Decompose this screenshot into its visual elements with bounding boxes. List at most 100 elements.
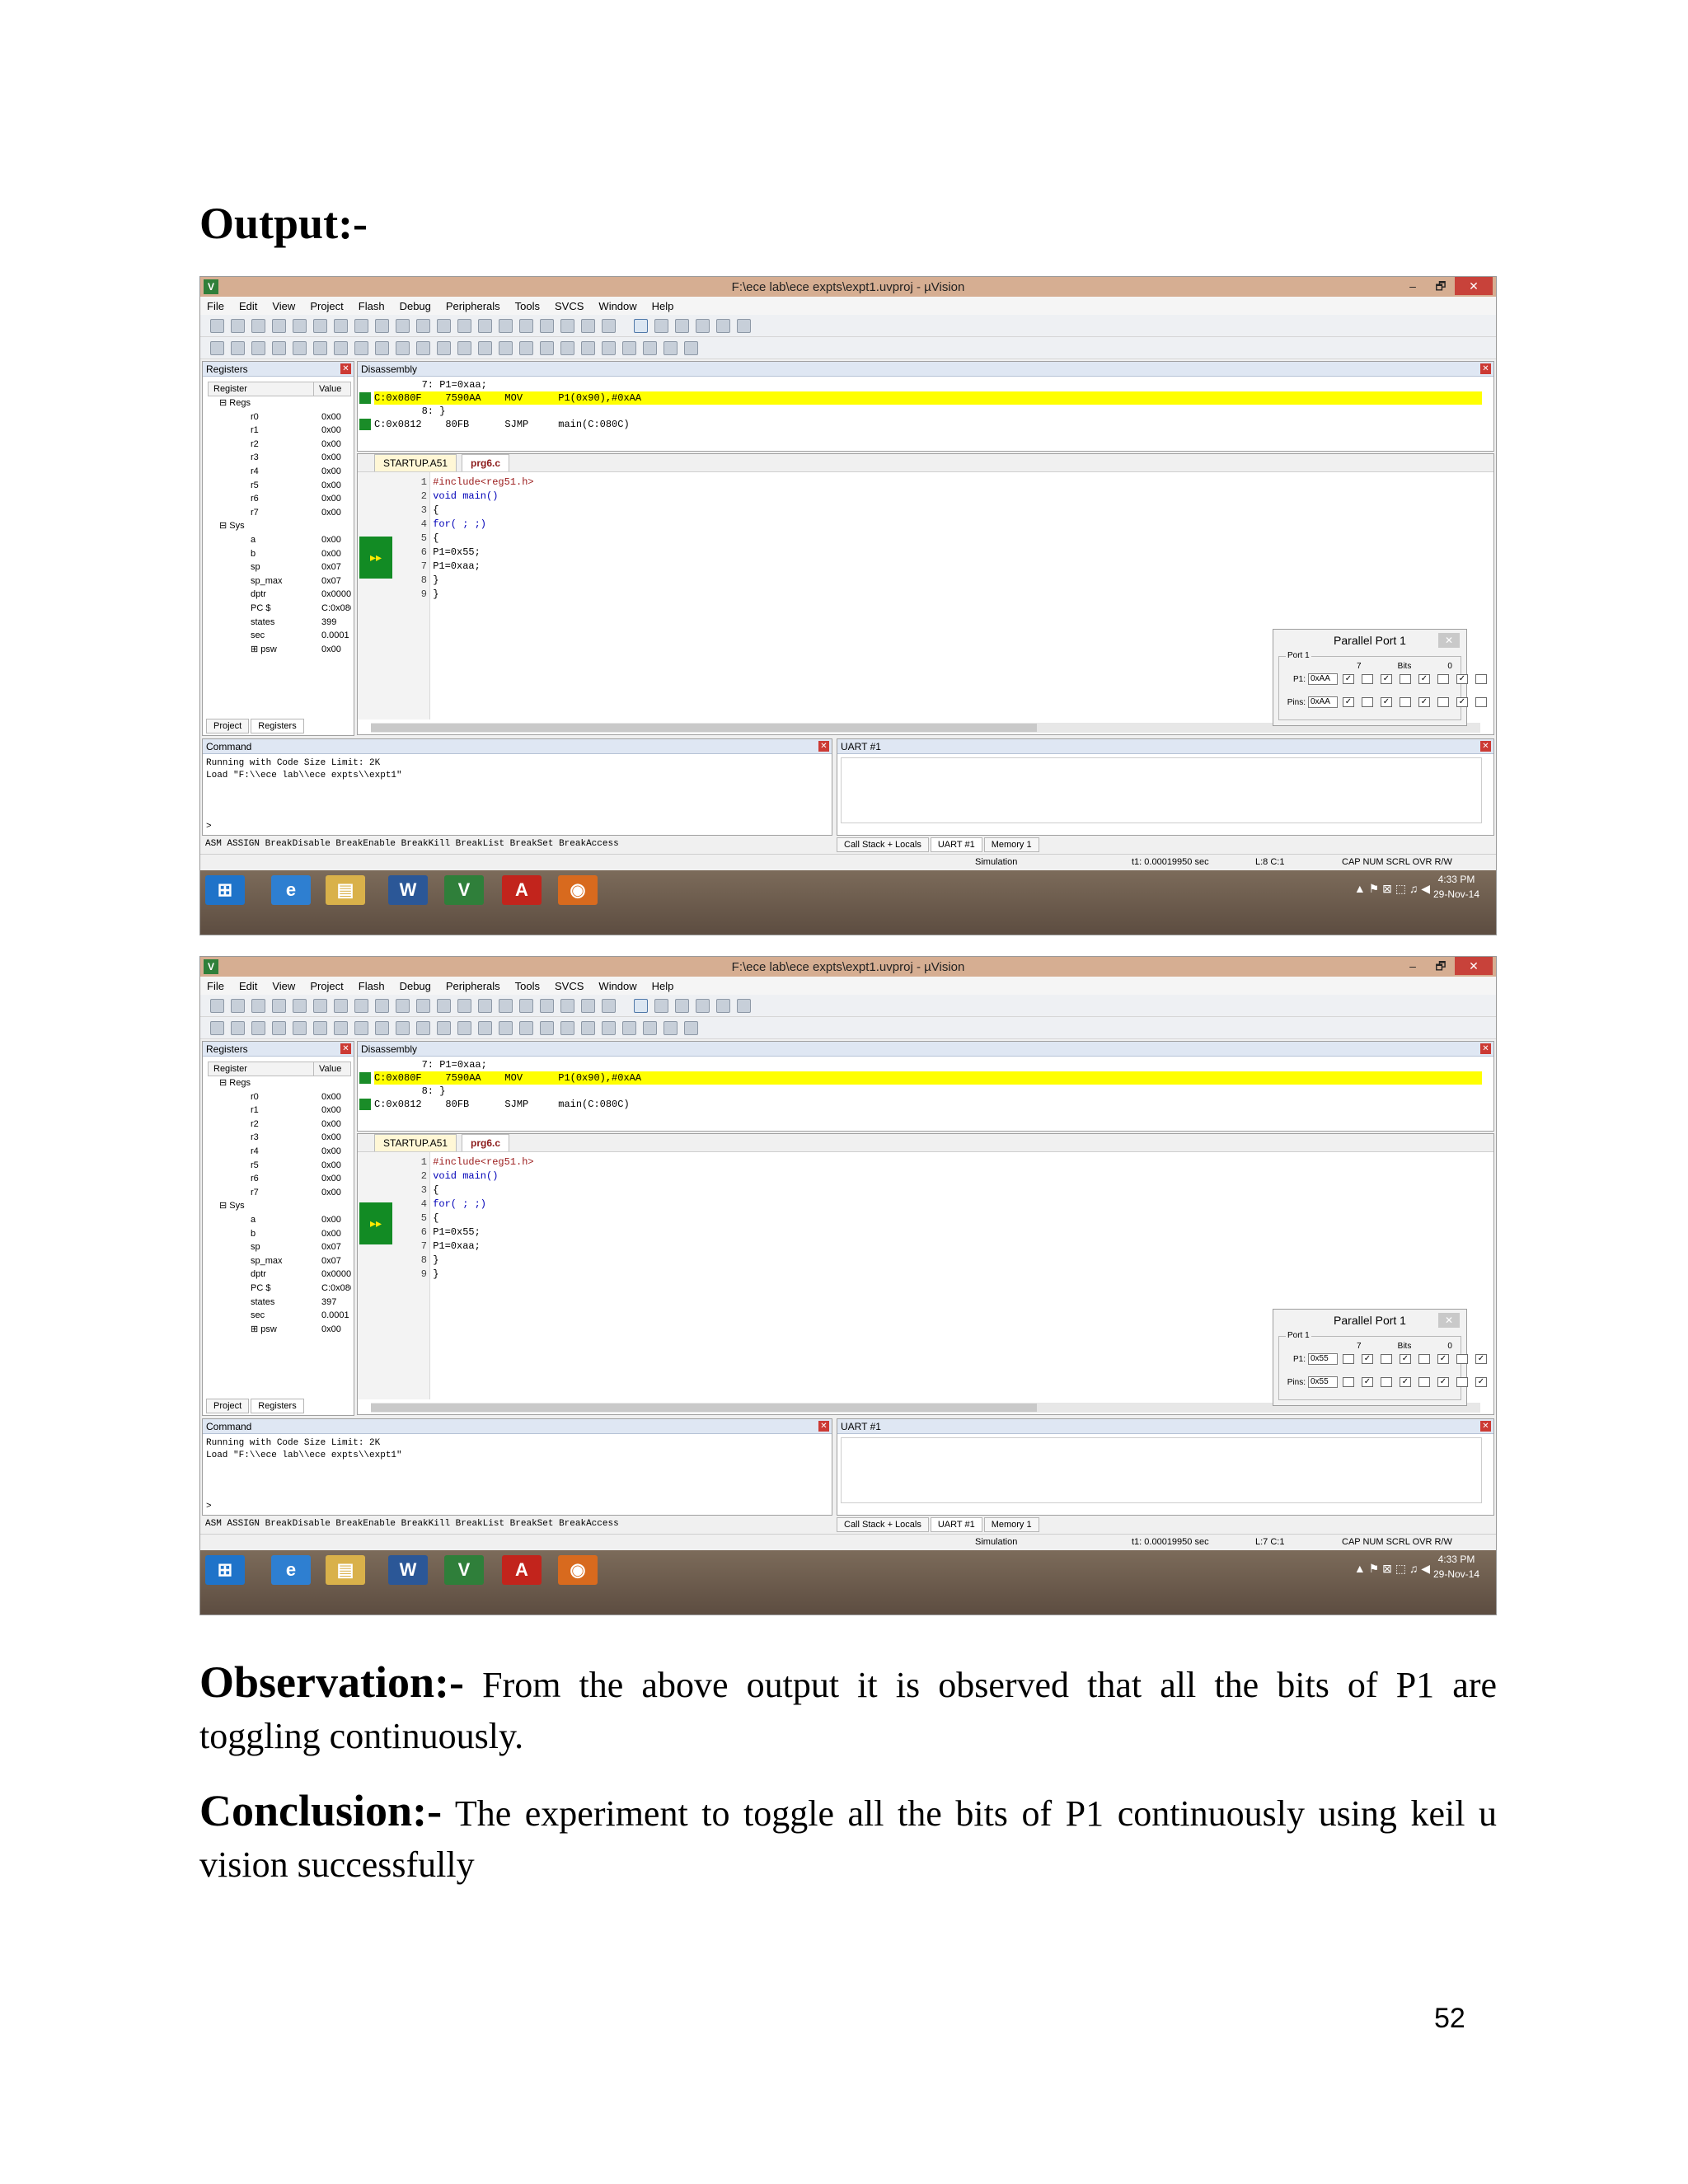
code-line[interactable]: 1 #include<reg51.h> <box>407 1155 534 1169</box>
register-row[interactable]: sec 0.0001 <box>208 629 351 643</box>
menu-flash[interactable]: Flash <box>359 300 385 312</box>
register-row[interactable]: sp 0x07 <box>208 1240 351 1254</box>
register-row[interactable]: dptr 0x0000 <box>208 588 351 602</box>
register-row[interactable]: b 0x00 <box>208 547 351 561</box>
toolbar-button-icon[interactable] <box>696 318 710 333</box>
file-explorer-icon[interactable]: ▤ <box>326 1555 365 1585</box>
close-button[interactable]: ✕ <box>1455 277 1493 295</box>
toolbar-button-icon[interactable] <box>293 1020 307 1035</box>
bit-checkbox[interactable]: ✓ <box>1456 674 1468 684</box>
tab-uart[interactable]: UART #1 <box>930 837 982 852</box>
register-row[interactable]: r1 0x00 <box>208 424 351 438</box>
toolbar-button-icon[interactable] <box>478 318 492 333</box>
uvision-icon[interactable]: V <box>444 1555 484 1585</box>
word-icon[interactable]: W <box>388 1555 428 1585</box>
bit-checkbox[interactable] <box>1475 697 1487 707</box>
toolbar-button-icon[interactable] <box>581 998 595 1013</box>
toolbar-button-icon[interactable] <box>293 340 307 355</box>
toolbar-button-icon[interactable] <box>581 1020 595 1035</box>
word-icon[interactable]: W <box>388 875 428 905</box>
code-line[interactable]: 8 } <box>407 574 439 588</box>
register-row[interactable]: ⊟ Regs <box>208 396 351 410</box>
tab-memory[interactable]: Memory 1 <box>983 837 1039 852</box>
toolbar-button-icon[interactable] <box>416 318 430 333</box>
code-line[interactable]: 8 } <box>407 1254 439 1268</box>
toolbar-button-icon[interactable] <box>696 998 710 1013</box>
command-input[interactable]: > <box>206 822 212 832</box>
tab-call-stack[interactable]: Call Stack + Locals <box>837 837 929 852</box>
close-icon[interactable]: ✕ <box>1480 363 1491 374</box>
toolbar-button-icon[interactable] <box>210 1020 224 1035</box>
code-line[interactable]: 1 #include<reg51.h> <box>407 476 534 490</box>
code-line[interactable]: 3 { <box>407 504 439 518</box>
disassembly-line[interactable]: 7: P1=0xaa; <box>374 378 1482 391</box>
tab-call-stack[interactable]: Call Stack + Locals <box>837 1517 929 1532</box>
menu-help[interactable]: Help <box>652 980 674 992</box>
disassembly-line[interactable]: C:0x0812 80FB SJMP main(C:080C) <box>374 1098 1482 1111</box>
register-row[interactable]: r7 0x00 <box>208 1186 351 1200</box>
close-icon[interactable]: ✕ <box>340 1043 351 1054</box>
register-row[interactable]: r0 0x00 <box>208 1090 351 1104</box>
pins-value-field[interactable]: 0xAA <box>1308 696 1338 708</box>
toolbar-button-icon[interactable] <box>210 340 224 355</box>
bit-checkbox[interactable]: ✓ <box>1400 1377 1411 1387</box>
tab-registers[interactable]: Registers <box>251 1399 304 1413</box>
toolbar-button-icon[interactable] <box>354 1020 368 1035</box>
toolbar-button-icon[interactable] <box>416 340 430 355</box>
bit-checkbox[interactable]: ✓ <box>1475 1354 1487 1364</box>
toolbar-button-icon[interactable] <box>675 998 689 1013</box>
editor-tab-prg6-c[interactable]: prg6.c <box>462 1134 510 1151</box>
toolbar-button-icon[interactable] <box>313 340 327 355</box>
bit-checkbox[interactable]: ✓ <box>1343 697 1354 707</box>
toolbar-button-icon[interactable] <box>457 318 471 333</box>
toolbar-button-icon[interactable] <box>622 340 636 355</box>
close-icon[interactable]: ✕ <box>340 363 351 374</box>
ie-icon[interactable]: e <box>271 1555 311 1585</box>
menu-view[interactable]: View <box>272 300 295 312</box>
menu-file[interactable]: File <box>207 300 224 312</box>
toolbar-button-icon[interactable] <box>663 1020 678 1035</box>
uart-output[interactable] <box>841 757 1482 823</box>
uart-output[interactable] <box>841 1437 1482 1503</box>
bit-checkbox[interactable] <box>1437 674 1449 684</box>
toolbar-button-icon[interactable] <box>396 1020 410 1035</box>
toolbar-button-icon[interactable] <box>560 998 574 1013</box>
menu-file[interactable]: File <box>207 980 224 992</box>
menu-flash[interactable]: Flash <box>359 980 385 992</box>
register-row[interactable]: r3 0x00 <box>208 1131 351 1145</box>
bit-checkbox[interactable]: ✓ <box>1362 1377 1373 1387</box>
toolbar-button-icon[interactable] <box>519 1020 533 1035</box>
toolbar-button-icon[interactable] <box>251 340 265 355</box>
code-line[interactable]: 9 } <box>407 588 439 602</box>
toolbar-button-icon[interactable] <box>396 998 410 1013</box>
toolbar-button-icon[interactable] <box>231 998 245 1013</box>
toolbar-button-icon[interactable] <box>519 998 533 1013</box>
toolbar-button-icon[interactable] <box>684 1020 698 1035</box>
register-row[interactable]: a 0x00 <box>208 1213 351 1227</box>
menu-view[interactable]: View <box>272 980 295 992</box>
toolbar-button-icon[interactable] <box>499 998 513 1013</box>
register-row[interactable]: b 0x00 <box>208 1227 351 1241</box>
code-line[interactable]: 5 { <box>407 1212 439 1226</box>
toolbar-button-icon[interactable] <box>416 998 430 1013</box>
menu-debug[interactable]: Debug <box>400 300 431 312</box>
restore-button[interactable]: 🗗 <box>1427 277 1455 295</box>
bit-checkbox[interactable] <box>1381 1354 1392 1364</box>
scrollbar-thumb[interactable] <box>371 724 1037 732</box>
toolbar-button-icon[interactable] <box>272 1020 286 1035</box>
acrobat-icon[interactable]: A <box>502 875 542 905</box>
bit-checkbox[interactable] <box>1475 674 1487 684</box>
disassembly-line[interactable]: C:0x080F 7590AA MOV P1(0x90),#0xAA <box>374 391 1482 405</box>
code-line[interactable]: 7 P1=0xaa; <box>407 560 481 574</box>
toolbar-button-icon[interactable] <box>560 340 574 355</box>
register-row[interactable]: PC $ C:0x080F <box>208 602 351 616</box>
toolbar-button-icon[interactable] <box>210 998 224 1013</box>
toolbar-button-icon[interactable] <box>457 340 471 355</box>
code-line[interactable]: 6 P1=0x55; <box>407 546 481 560</box>
toolbar-button-icon[interactable] <box>272 340 286 355</box>
menu-window[interactable]: Window <box>598 300 636 312</box>
toolbar-button-icon[interactable] <box>231 1020 245 1035</box>
register-row[interactable]: r4 0x00 <box>208 465 351 479</box>
toolbar-button-icon[interactable] <box>375 998 389 1013</box>
toolbar-button-icon[interactable] <box>293 318 307 333</box>
